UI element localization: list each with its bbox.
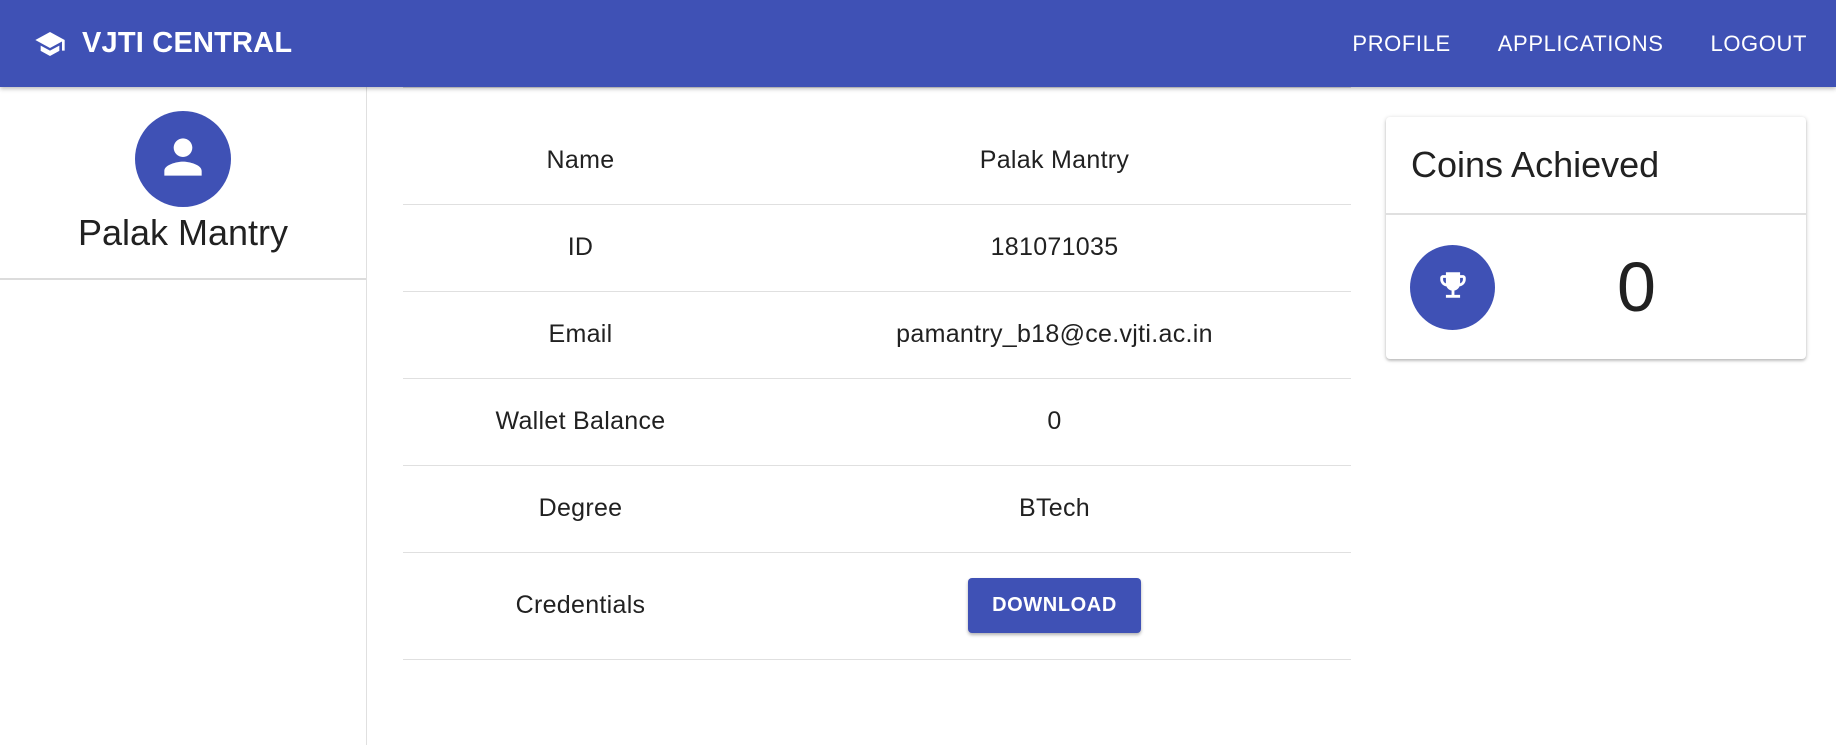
coins-card: Coins Achieved 0 — [1386, 117, 1806, 359]
divider — [403, 87, 1351, 88]
row-label: Degree — [403, 465, 758, 553]
coins-value: 0 — [1617, 248, 1656, 326]
table-row: Name Palak Mantry — [403, 117, 1351, 205]
app-bar: VJTI CENTRAL PROFILE APPLICATIONS LOGOUT — [0, 0, 1836, 87]
trophy-avatar — [1410, 244, 1495, 330]
profile-name: Palak Mantry — [77, 212, 289, 253]
graduation-cap-icon — [34, 28, 66, 60]
person-icon — [155, 129, 211, 190]
coins-card-header: Coins Achieved — [1386, 117, 1806, 215]
row-value: pamantry_b18@ce.vjti.ac.in — [758, 291, 1351, 379]
coins-card-body: 0 — [1386, 215, 1806, 359]
nav-profile-link[interactable]: PROFILE — [1352, 31, 1450, 57]
details-table: Name Palak Mantry ID 181071035 Email pam… — [403, 117, 1351, 660]
row-value: Palak Mantry — [758, 117, 1351, 205]
table-row: ID 181071035 — [403, 204, 1351, 292]
row-label: Wallet Balance — [403, 378, 758, 466]
download-button[interactable]: DOWNLOAD — [968, 578, 1141, 633]
table-row: Email pamantry_b18@ce.vjti.ac.in — [403, 291, 1351, 379]
table-row: Degree BTech — [403, 465, 1351, 553]
avatar — [135, 111, 231, 207]
table-row: Credentials DOWNLOAD — [403, 552, 1351, 660]
row-label: Email — [403, 291, 758, 379]
nav-logout-link[interactable]: LOGOUT — [1711, 31, 1808, 57]
row-value: DOWNLOAD — [758, 552, 1351, 660]
sidebar: Palak Mantry — [0, 87, 367, 745]
profile-card: Palak Mantry — [0, 87, 366, 280]
row-value: BTech — [758, 465, 1351, 553]
brand[interactable]: VJTI CENTRAL — [34, 27, 292, 60]
coins-title: Coins Achieved — [1411, 144, 1660, 185]
table-row: Wallet Balance 0 — [403, 378, 1351, 466]
row-value: 181071035 — [758, 204, 1351, 292]
top-nav: PROFILE APPLICATIONS LOGOUT — [1305, 31, 1807, 57]
trophy-icon — [1436, 268, 1470, 307]
row-value: 0 — [758, 378, 1351, 466]
details-panel: Name Palak Mantry ID 181071035 Email pam… — [403, 87, 1351, 660]
app-title: VJTI CENTRAL — [82, 27, 293, 59]
row-label: Credentials — [403, 552, 758, 660]
row-label: Name — [403, 117, 758, 205]
nav-applications-link[interactable]: APPLICATIONS — [1498, 31, 1664, 57]
row-label: ID — [403, 204, 758, 292]
